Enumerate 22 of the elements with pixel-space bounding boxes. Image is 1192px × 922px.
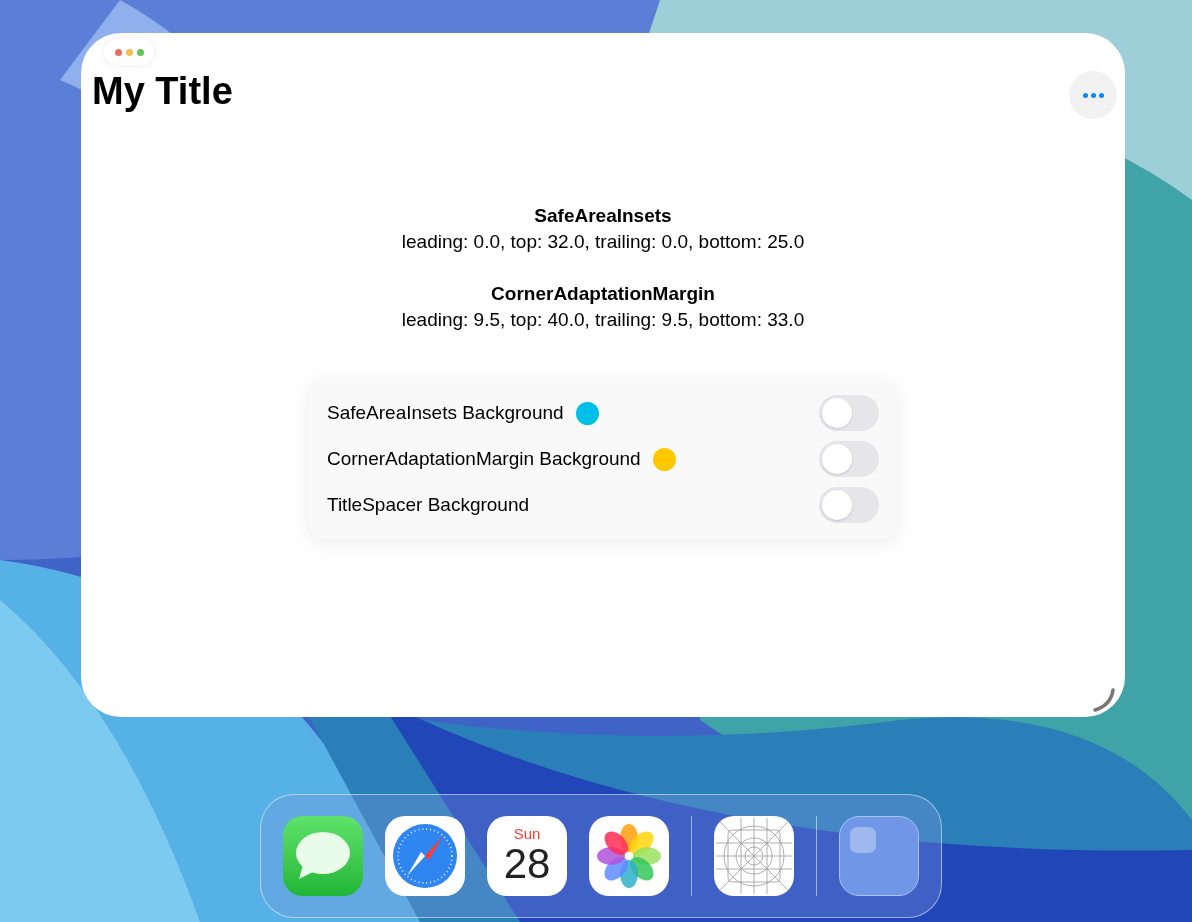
chat-bubble-app-icon[interactable]: [283, 816, 363, 896]
window-title: My Title: [92, 69, 233, 113]
section-heading: CornerAdaptationMargin: [491, 282, 715, 306]
calendar-day: 28: [503, 842, 551, 886]
inset-values: leading: 0.0, top: 32.0, trailing: 0.0, bottom: 25.0: [401, 230, 805, 254]
toggle-label: TitleSpacer Background: [327, 492, 530, 517]
toggle-switch[interactable]: [819, 487, 879, 523]
toggle-label: CornerAdaptationMargin Background: [327, 446, 641, 471]
more-button[interactable]: [1069, 71, 1117, 119]
icon-grid-app-icon[interactable]: [714, 816, 794, 896]
calendar-weekday: Sun: [513, 826, 541, 842]
calendar-app-icon[interactable]: Sun 28: [487, 816, 567, 896]
section-heading: SafeAreaInsets: [534, 204, 672, 228]
inset-values: leading: 9.5, top: 40.0, trailing: 9.5, bottom: 33.0: [401, 308, 805, 332]
flower-app-icon[interactable]: [589, 816, 669, 896]
window-controls[interactable]: [104, 39, 154, 65]
app-library-icon[interactable]: [839, 816, 919, 896]
toggle-label: SafeAreaInsets Background: [327, 400, 564, 425]
toggle-switch[interactable]: [819, 441, 879, 477]
resize-handle-icon[interactable]: [1091, 687, 1117, 713]
compass-app-icon[interactable]: [385, 816, 465, 896]
toggle-switch[interactable]: [819, 395, 879, 431]
